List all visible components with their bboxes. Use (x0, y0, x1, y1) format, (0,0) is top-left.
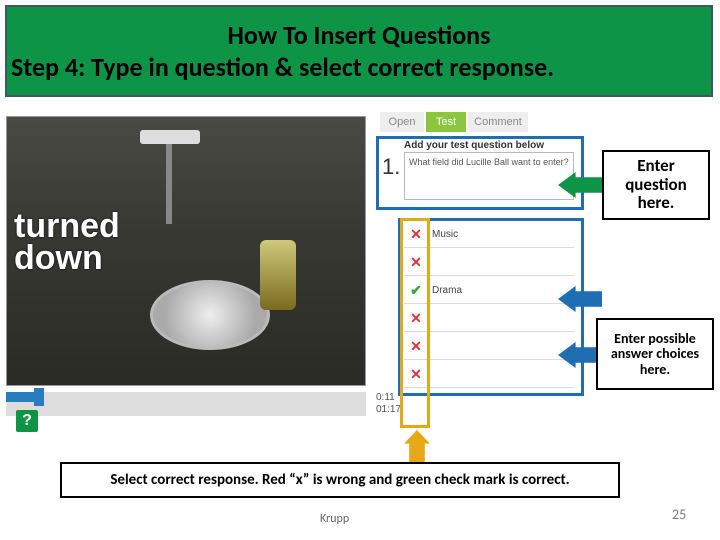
header-line-1: How To Insert Questions (5, 19, 713, 51)
video-scrubber[interactable] (34, 388, 44, 406)
tab-test[interactable]: Test (426, 112, 466, 132)
video-caption-2: down (14, 239, 103, 277)
video-decor (166, 144, 172, 224)
arrow-up-icon (404, 430, 430, 464)
question-highlight-box (376, 136, 584, 210)
video-timeline[interactable] (6, 392, 366, 416)
tab-comment[interactable]: Comment (468, 112, 528, 132)
marks-highlight-box (400, 218, 430, 428)
video-decor (140, 130, 200, 144)
time-total: 01:17 (376, 404, 401, 415)
tab-open[interactable]: Open (380, 112, 424, 132)
footer-page-number: 25 (672, 506, 686, 523)
header-text: How To Insert Questions Step 4: Type in … (5, 5, 713, 97)
callout-answers: Enter possible answer choices here. (596, 318, 714, 390)
video-decor (260, 240, 296, 310)
video-decor (150, 280, 270, 350)
video-caption: turned down (14, 210, 120, 275)
footer-author: Krupp (320, 512, 349, 526)
callout-correct: Select correct response. Red “x” is wron… (60, 462, 620, 498)
header-line-2: Step 4: Type in question & select correc… (5, 51, 713, 83)
callout-question: Enter question here. (602, 150, 710, 220)
question-marker-icon[interactable]: ? (16, 410, 38, 432)
time-current: 0:11 (376, 392, 395, 403)
